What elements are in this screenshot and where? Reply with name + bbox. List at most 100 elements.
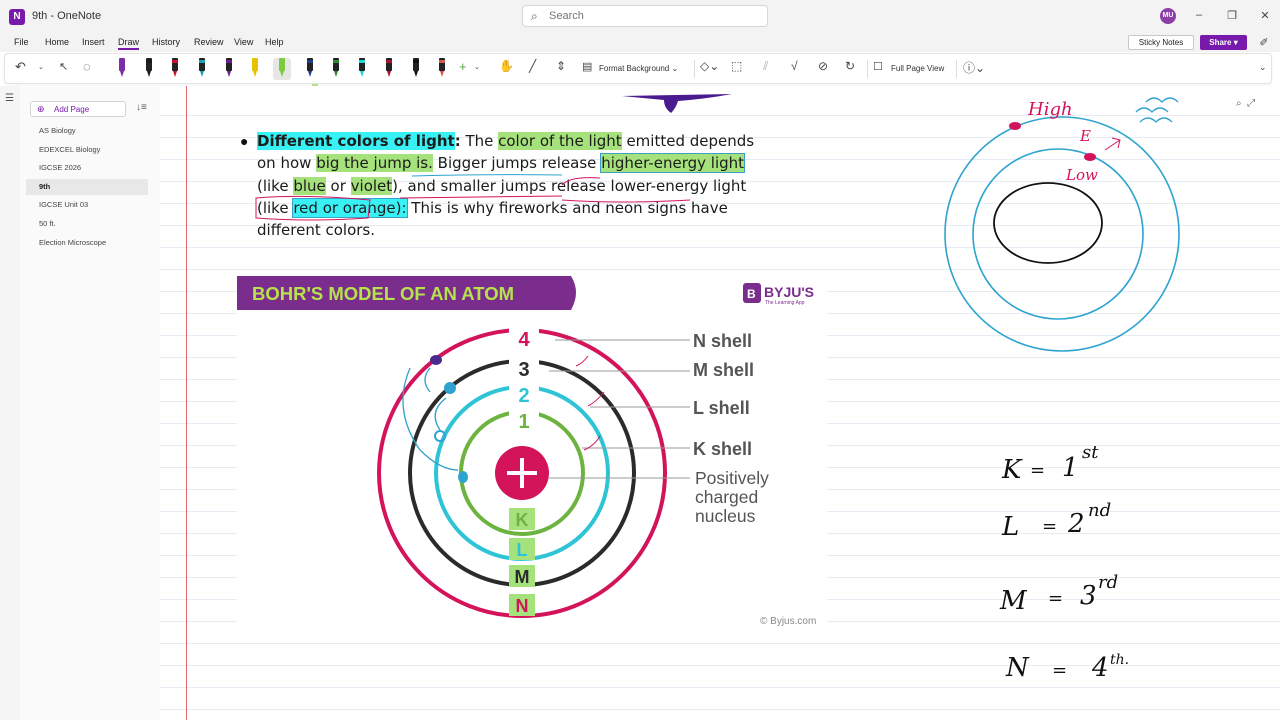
page-item-igcse-unit-03[interactable]: IGCSE Unit 03 [26,197,148,213]
ribbon-divider [694,60,695,78]
pen-11-button[interactable] [380,58,398,80]
restore-button[interactable]: ❐ [1222,9,1242,22]
expand-icon[interactable]: ⤢ [1247,98,1255,109]
ink-to-math-icon[interactable]: √ [791,59,798,77]
select-icon[interactable]: ↖ [59,60,68,78]
format-background-icon[interactable]: ▤ [582,60,592,78]
search-input[interactable] [549,8,759,24]
pan-hand-icon[interactable]: ✋ [499,59,514,77]
note-paragraph[interactable]: Different colors of light: The color of … [257,130,757,241]
math-icon[interactable]: ⊘ [818,59,828,77]
window-title: 9th - OneNote [32,10,102,22]
canvas-tools: ⌕ ⤢ [1236,98,1255,109]
insert-space-icon[interactable]: ⇕ [556,59,566,77]
nucleus-label-line3: nucleus [695,506,756,526]
title-bar: N 9th - OneNote ⌕ MU – ❐ ✕ [0,0,1280,34]
add-pen-dropdown-icon[interactable]: ⌄ [474,63,480,81]
menu-file[interactable]: File [14,37,29,47]
l-shell-label: L shell [693,398,750,418]
close-button[interactable]: ✕ [1255,9,1275,22]
zoom-search-icon[interactable]: ⌕ [1236,98,1242,109]
full-page-view-button[interactable]: Full Page View [891,64,944,73]
lasso-icon[interactable]: ◌ [83,59,91,77]
menu-home[interactable]: Home [45,37,69,47]
banner-title: BOHR'S MODEL OF AN ATOM [252,283,514,304]
letter-n: N [516,596,529,616]
ink-to-shape-icon[interactable]: ⬚ [731,59,742,77]
full-page-view-icon[interactable]: ☐ [873,60,883,78]
highlight-red-orange: red or orange): [292,197,408,218]
pen-2-button[interactable] [140,58,158,80]
pen-4-button[interactable] [193,58,211,80]
menu-insert[interactable]: Insert [82,37,105,47]
shell-number-3: 3 [518,359,529,381]
sort-pages-icon[interactable]: ↓≡ [136,102,147,113]
pen-1-button[interactable] [113,58,131,80]
sticky-notes-button[interactable]: Sticky Notes [1128,35,1194,50]
shapes-icon[interactable]: ◇⌄ [700,59,719,77]
feedback-icon[interactable]: ✐ [1254,36,1274,49]
menu-draw[interactable]: Draw [118,37,140,50]
pen-9-button[interactable] [327,58,345,80]
letter-m: M [515,567,530,587]
ruler-icon[interactable]: ╱ [529,59,536,77]
menu-help[interactable]: Help [265,37,284,47]
page-item-edexcel-biology[interactable]: EDEXCEL Biology [26,142,148,158]
add-pen-icon[interactable]: + [459,59,467,77]
nucleus-label-line1: Positively [695,468,769,488]
byjus-subtitle: The Learning App [765,300,805,306]
page-item-election-microscope[interactable]: Election Microscope [26,235,148,251]
menu-review[interactable]: Review [194,37,224,47]
nucleus-label-line2: charged [695,487,758,507]
minimize-button[interactable]: – [1189,9,1209,21]
shell-number-2: 2 [518,385,529,407]
pen-12-button[interactable] [407,58,425,80]
draw-ribbon: ↶ ⌄ ↖ ◌ + ⌄ ✋ ╱ ⇕ ▤ Format Background ⌄ … [4,53,1272,84]
pen-7-button[interactable] [273,58,291,80]
byjus-brand: BYJU'S [764,284,814,300]
undo-icon[interactable]: ↶ [15,59,26,77]
ribbon-divider [956,60,957,78]
menu-view[interactable]: View [234,37,253,47]
highlight-big-jump: big the jump is. [316,154,433,173]
svg-text:B: B [747,287,756,301]
format-background-button[interactable]: Format Background ⌄ [599,64,678,73]
n-shell-label: N shell [693,331,752,351]
menu-history[interactable]: History [152,37,180,47]
highlight-blue: blue [293,176,326,195]
page-item-50-ft[interactable]: 50 ft. [26,216,148,232]
search-icon: ⌕ [531,9,538,23]
note-text: or [325,176,351,195]
pen-6-button[interactable] [246,58,264,80]
note-text: The [460,132,499,150]
avatar[interactable]: MU [1160,8,1176,24]
pen-8-button[interactable] [301,58,319,80]
page-item-as-biology[interactable]: AS Biology [26,123,148,139]
undo-dropdown-icon[interactable]: ⌄ [38,63,44,81]
shell-number-4: 4 [518,329,530,351]
bullet-point: ● [240,133,249,149]
onenote-icon: N [9,9,25,25]
pen-3-button[interactable] [166,58,184,80]
note-text: Bigger jumps release [432,154,602,173]
add-page-icon: ⊕ [37,104,45,114]
add-page-button[interactable]: ⊕ Add Page [30,101,126,117]
ink-replay-icon[interactable]: ↻ [845,59,855,77]
highlight-color-of-light: color of the light [498,132,622,150]
ribbon-collapse-icon[interactable]: ⌄ [1259,62,1267,80]
page-item-igcse-2026[interactable]: IGCSE 2026 [26,160,148,176]
highlight-violet: violet [350,176,393,195]
search-box[interactable]: ⌕ [522,5,768,27]
share-button[interactable]: Share ▾ [1200,35,1247,50]
pen-5-button[interactable] [220,58,238,80]
help-icon[interactable]: ⓘ⌄ [963,59,985,77]
bohr-model-image[interactable]: BOHR'S MODEL OF AN ATOM B BYJU'S The Lea… [237,270,827,635]
ink-to-text-icon[interactable]: ⫽ [763,59,768,77]
note-text: (like [257,176,294,195]
hamburger-icon[interactable]: ☰ [5,93,14,104]
note-heading: Different colors of light [257,132,455,150]
page-item-9th[interactable]: 9th [26,179,148,195]
pen-13-button[interactable] [433,58,451,80]
ribbon-divider [867,60,868,78]
pen-10-button[interactable] [353,58,371,80]
